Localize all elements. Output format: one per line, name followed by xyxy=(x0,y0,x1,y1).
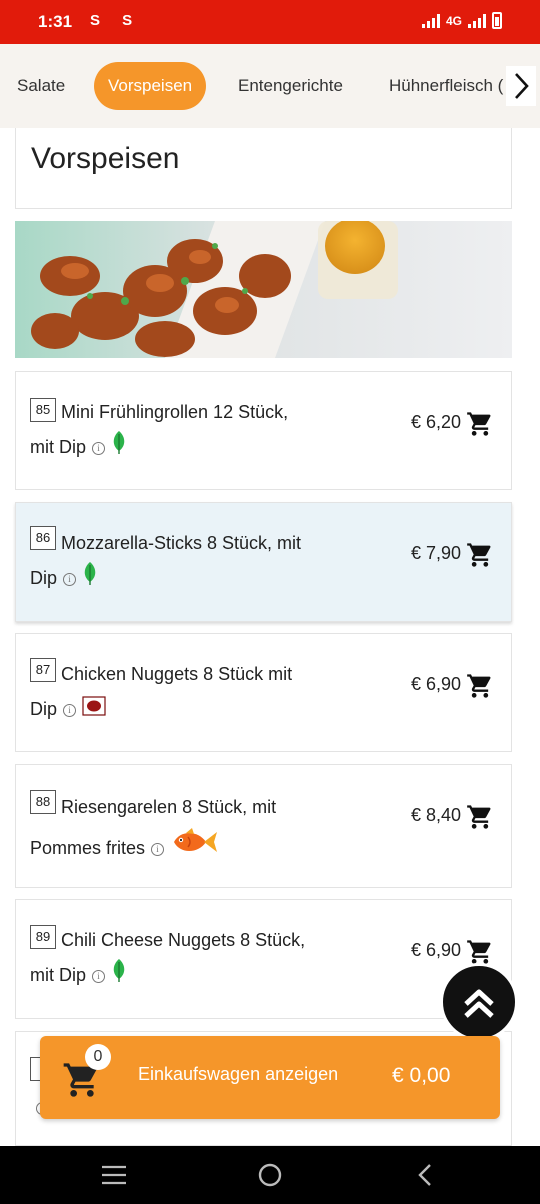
network-type: 4G xyxy=(445,13,462,28)
vegetarian-leaf-icon xyxy=(111,958,127,994)
category-banner-image xyxy=(15,221,512,358)
status-bar: 1:31 S S 4G xyxy=(0,0,540,44)
menu-item[interactable]: 85 Mini Frühlingrollen 12 Stück, mit Dip… xyxy=(15,371,512,490)
item-name-line1: Mozzarella-Sticks 8 Stück, mit xyxy=(61,533,302,553)
tab-vorspeisen[interactable]: Vorspeisen xyxy=(94,62,207,110)
home-icon[interactable] xyxy=(255,1160,285,1190)
add-to-cart-icon[interactable] xyxy=(466,938,494,966)
add-to-cart-icon[interactable] xyxy=(466,803,494,831)
cart-count-badge: 0 xyxy=(85,1044,111,1070)
item-name: Chili Cheese Nuggets 8 Stück, mit Dip i xyxy=(30,923,330,994)
item-name-line2: Pommes frites xyxy=(30,837,146,858)
scroll-to-top-button[interactable] xyxy=(440,963,518,1041)
section-header: Vorspeisen xyxy=(15,128,512,209)
category-nav: Salate Vorspeisen Entengerichte Hühnerfl… xyxy=(0,44,540,128)
vegetarian-leaf-icon xyxy=(82,561,98,597)
item-name-line1: Mini Frühlingrollen 12 Stück, xyxy=(61,402,289,422)
notification-icons: S S xyxy=(90,12,142,29)
item-price: € 6,90 xyxy=(411,674,462,694)
item-name-line2: Dip xyxy=(30,699,58,719)
item-price: € 7,90 xyxy=(411,543,462,563)
item-name-line2: Dip xyxy=(30,568,58,588)
menu-item[interactable]: 88 Riesengarelen 8 Stück, mit Pommes fri… xyxy=(15,764,512,888)
chevron-right-icon[interactable] xyxy=(506,66,536,106)
back-icon[interactable] xyxy=(410,1160,440,1190)
menu-item[interactable]: 86 Mozzarella-Sticks 8 Stück, mit Dip i €… xyxy=(15,502,512,622)
item-price: € 6,20 xyxy=(411,412,462,432)
vegetarian-leaf-icon xyxy=(111,430,127,466)
info-icon[interactable]: i xyxy=(63,703,77,717)
section-title: Vorspeisen xyxy=(31,142,180,175)
tab-salate[interactable]: Salate xyxy=(17,62,65,110)
item-price: € 6,90 xyxy=(411,940,462,960)
info-icon[interactable]: i xyxy=(92,969,106,983)
item-name-line1: Riesengarelen 8 Stück, mit xyxy=(61,797,277,817)
menu-item[interactable]: 89 Chili Cheese Nuggets 8 Stück, mit Dip… xyxy=(15,899,512,1019)
add-to-cart-icon[interactable] xyxy=(466,672,494,700)
signal-icon xyxy=(421,13,440,28)
item-name-line1: Chicken Nuggets 8 Stück mit xyxy=(61,664,293,684)
battery-icon xyxy=(492,12,502,29)
item-name: Chicken Nuggets 8 Stück mit Dip i xyxy=(30,657,330,728)
status-time: 1:31 xyxy=(38,12,73,31)
signal-icon-2 xyxy=(468,13,486,28)
system-nav-bar xyxy=(0,1146,540,1204)
item-name: Riesengarelen 8 Stück, mit Pommes frites… xyxy=(30,788,330,871)
item-name-line2: mit Dip xyxy=(30,437,87,457)
cart-label: Einkaufswagen anzeigen xyxy=(138,1064,339,1084)
item-name-line2: mit Dip xyxy=(30,965,87,985)
tab-entengerichte[interactable]: Entengerichte xyxy=(238,62,343,110)
fish-icon xyxy=(170,827,218,871)
add-to-cart-icon[interactable] xyxy=(466,541,494,569)
item-name: Mozzarella-Sticks 8 Stück, mit Dip i xyxy=(30,526,330,597)
status-indicators: 4G xyxy=(421,12,502,29)
meat-icon xyxy=(82,693,106,728)
recent-apps-icon[interactable] xyxy=(99,1160,129,1190)
tab-huehnerfleisch[interactable]: Hühnerfleisch ( xyxy=(389,62,503,110)
view-cart-button[interactable]: 0 Einkaufswagen anzeigen € 0,00 xyxy=(40,1036,500,1119)
menu-item[interactable]: 87 Chicken Nuggets 8 Stück mit Dip i € 6,… xyxy=(15,633,512,752)
info-icon[interactable]: i xyxy=(92,441,106,455)
info-icon[interactable]: i xyxy=(63,572,77,586)
item-price: € 8,40 xyxy=(411,805,462,825)
item-name: Mini Frühlingrollen 12 Stück, mit Dip i xyxy=(30,395,330,466)
add-to-cart-icon[interactable] xyxy=(466,410,494,438)
info-icon[interactable]: i xyxy=(151,842,165,856)
double-chevron-up-icon xyxy=(464,989,494,1018)
item-name-line1: Chili Cheese Nuggets 8 Stück, xyxy=(61,930,306,950)
cart-total: € 0,00 xyxy=(392,1064,451,1087)
